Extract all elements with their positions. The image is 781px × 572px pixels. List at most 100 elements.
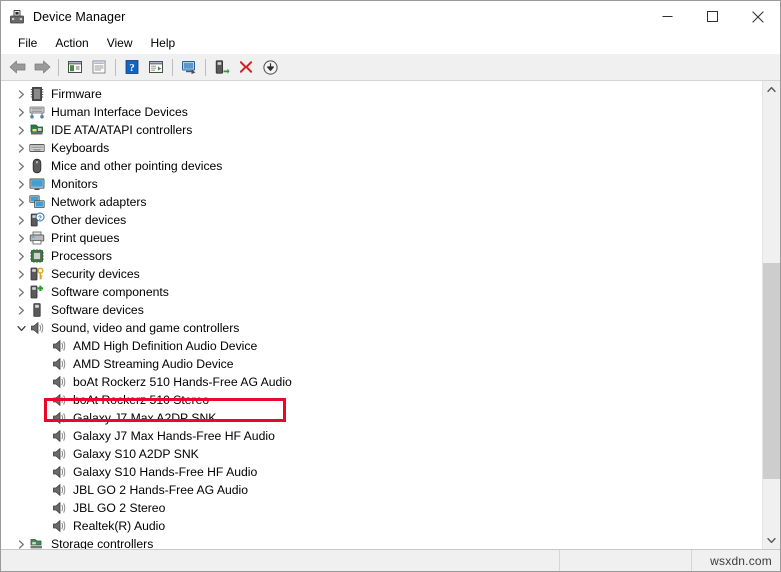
sound-controller-icon (29, 320, 45, 336)
storage-controller-icon (29, 536, 45, 549)
chevron-right-icon[interactable] (13, 193, 29, 211)
tree-node-label: boAt Rockerz 510 Stereo (73, 393, 210, 407)
tree-node-processors[interactable]: Processors (1, 247, 762, 265)
chevron-right-icon[interactable] (13, 247, 29, 265)
chevron-right-icon[interactable] (13, 121, 29, 139)
processor-icon (29, 248, 45, 264)
disable-device-icon (262, 59, 278, 75)
disable-device-button[interactable] (258, 56, 282, 79)
mouse-icon (29, 158, 45, 174)
scrollbar-thumb[interactable] (763, 263, 780, 479)
security-device-icon (29, 266, 45, 282)
show-hide-action-pane-button[interactable] (144, 56, 168, 79)
minimize-button[interactable] (645, 1, 690, 32)
title-bar: Device Manager (1, 1, 780, 32)
tree-node-label: Storage controllers (51, 537, 154, 549)
tree-node-label: Mice and other pointing devices (51, 159, 223, 173)
tree-node-jbl-go-2-hands-free-ag-audio[interactable]: JBL GO 2 Hands-Free AG Audio (1, 481, 762, 499)
tree-node-security-devices[interactable]: Security devices (1, 265, 762, 283)
properties-button[interactable] (87, 56, 111, 79)
tree-node-boat-rockerz-510-stereo[interactable]: boAt Rockerz 510 Stereo (1, 391, 762, 409)
ide-controller-icon (29, 122, 45, 138)
tree-node-galaxy-s10-a2dp-snk[interactable]: Galaxy S10 A2DP SNK (1, 445, 762, 463)
show-hide-console-tree-button[interactable] (63, 56, 87, 79)
svg-text:?: ? (38, 215, 42, 222)
chevron-right-icon[interactable] (13, 229, 29, 247)
forward-button[interactable] (30, 56, 54, 79)
software-device-icon (29, 302, 45, 318)
tree-node-sound-video-and-game-controllers[interactable]: Sound, video and game controllers (1, 319, 762, 337)
scan-for-hardware-changes-button[interactable] (177, 56, 201, 79)
tree-node-label: Software devices (51, 303, 144, 317)
tree-node-label: Monitors (51, 177, 98, 191)
tree-node-amd-high-definition-audio-device[interactable]: AMD High Definition Audio Device (1, 337, 762, 355)
tree-node-label: Processors (51, 249, 112, 263)
device-tree[interactable]: Firmware Human Interface Devices IDE ATA… (1, 81, 762, 549)
chevron-right-icon[interactable] (13, 265, 29, 283)
tree-node-label: Realtek(R) Audio (73, 519, 166, 533)
tree-node-label: IDE ATA/ATAPI controllers (51, 123, 193, 137)
toolbar-separator-4 (205, 58, 206, 76)
tree-node-monitors[interactable]: Monitors (1, 175, 762, 193)
tree-node-software-components[interactable]: Software components (1, 283, 762, 301)
chevron-right-icon[interactable] (13, 535, 29, 549)
vertical-scrollbar[interactable] (762, 81, 780, 549)
maximize-icon (707, 11, 718, 22)
tree-node-label: Human Interface Devices (51, 105, 188, 119)
device-manager-icon (9, 9, 25, 25)
tree-node-storage-controllers[interactable]: Storage controllers (1, 535, 762, 549)
tree-node-jbl-go-2-stereo[interactable]: JBL GO 2 Stereo (1, 499, 762, 517)
chevron-right-icon[interactable] (13, 139, 29, 157)
tree-node-galaxy-s10-hands-free-hf-audio[interactable]: Galaxy S10 Hands-Free HF Audio (1, 463, 762, 481)
uninstall-device-button[interactable] (234, 56, 258, 79)
menu-help[interactable]: Help (142, 34, 185, 53)
menu-view[interactable]: View (98, 34, 142, 53)
tree-node-keyboards[interactable]: Keyboards (1, 139, 762, 157)
chevron-right-icon[interactable] (13, 283, 29, 301)
tree-node-label: Firmware (51, 87, 102, 101)
tree-node-galaxy-j7-max-a2dp-snk[interactable]: Galaxy J7 Max A2DP SNK (1, 409, 762, 427)
tree-node-mice-and-other-pointing-devices[interactable]: Mice and other pointing devices (1, 157, 762, 175)
speaker-icon (51, 410, 67, 426)
tree-node-firmware[interactable]: Firmware (1, 85, 762, 103)
chevron-right-icon[interactable] (13, 175, 29, 193)
tree-node-other-devices[interactable]: ? Other devices (1, 211, 762, 229)
update-driver-button[interactable] (210, 56, 234, 79)
chevron-right-icon[interactable] (13, 211, 29, 229)
chevron-right-icon[interactable] (13, 85, 29, 103)
scroll-up-icon (767, 86, 776, 93)
tree-node-label: Other devices (51, 213, 127, 227)
scroll-down-button[interactable] (763, 532, 780, 549)
uninstall-device-icon (239, 60, 253, 74)
chevron-right-icon[interactable] (13, 103, 29, 121)
tree-node-realtek-r-audio[interactable]: Realtek(R) Audio (1, 517, 762, 535)
scan-for-hardware-changes-icon (182, 61, 196, 74)
close-button[interactable] (735, 1, 780, 32)
menu-file[interactable]: File (9, 34, 46, 53)
tree-node-boat-rockerz-510-hands-free-ag-audio[interactable]: boAt Rockerz 510 Hands-Free AG Audio (1, 373, 762, 391)
chevron-right-icon[interactable] (13, 301, 29, 319)
scroll-up-button[interactable] (763, 81, 780, 98)
tree-node-print-queues[interactable]: Print queues (1, 229, 762, 247)
tree-node-galaxy-j7-max-hands-free-hf-audio[interactable]: Galaxy J7 Max Hands-Free HF Audio (1, 427, 762, 445)
help-button[interactable]: ? (120, 56, 144, 79)
tree-node-label: Galaxy S10 A2DP SNK (73, 447, 199, 461)
tree-node-label: JBL GO 2 Hands-Free AG Audio (73, 483, 248, 497)
back-arrow-icon (9, 60, 26, 74)
tree-node-network-adapters[interactable]: Network adapters (1, 193, 762, 211)
tree-node-amd-streaming-audio-device[interactable]: AMD Streaming Audio Device (1, 355, 762, 373)
toolbar-separator-1 (58, 58, 59, 76)
maximize-button[interactable] (690, 1, 735, 32)
chevron-right-icon[interactable] (13, 157, 29, 175)
status-pane-main (1, 550, 560, 571)
tree-node-label: Keyboards (51, 141, 110, 155)
menu-action[interactable]: Action (46, 34, 97, 53)
chevron-down-icon[interactable] (13, 319, 29, 337)
update-driver-icon (215, 60, 230, 74)
speaker-icon (51, 464, 67, 480)
tree-node-software-devices[interactable]: Software devices (1, 301, 762, 319)
tree-node-human-interface-devices[interactable]: Human Interface Devices (1, 103, 762, 121)
back-button[interactable] (6, 56, 30, 79)
toolbar: ? (1, 54, 780, 81)
tree-node-ide-ata-atapi-controllers[interactable]: IDE ATA/ATAPI controllers (1, 121, 762, 139)
